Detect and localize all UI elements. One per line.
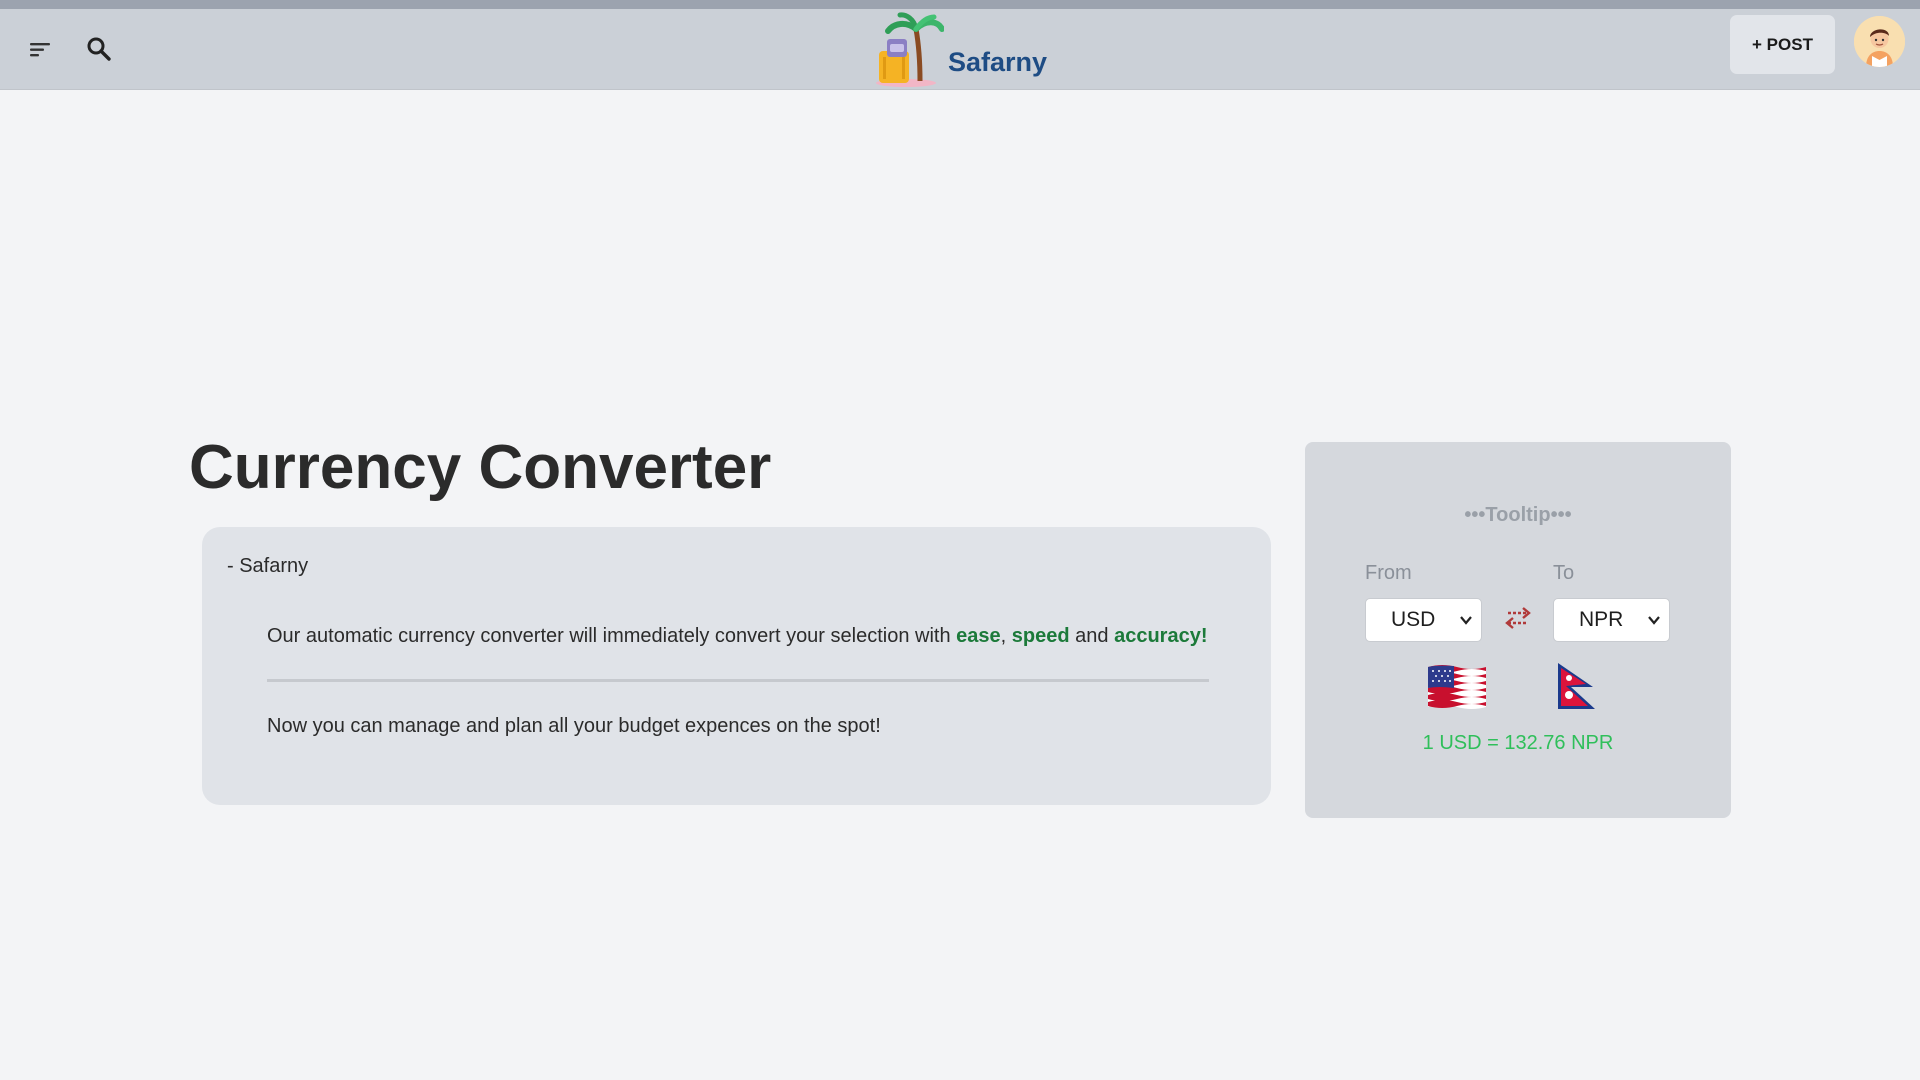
quote-and: and [1075,625,1109,647]
nepal-flag-icon [1558,663,1595,709]
menu-button[interactable] [18,27,62,71]
luggage-palm-logo [876,12,944,87]
highlight-accuracy: accuracy! [1114,625,1208,647]
brand-name: Safarny [948,47,1048,77]
from-label: From [1365,562,1412,584]
highlight-speed: speed [1011,625,1070,647]
converter-panel: •••Tooltip••• From To USD NPR 1 USD = 13… [1305,442,1731,818]
post-button[interactable]: + POST [1730,15,1835,74]
from-currency-value: USD [1391,608,1436,631]
quote-text-intro: Our automatic currency converter will im… [267,625,957,647]
navbar: Safarny + POST [0,9,1920,90]
quote-subtext: Now you can manage and plan all your bud… [267,715,881,737]
brand[interactable]: Safarny [876,11,1047,87]
quote-author: - Safarny [227,555,309,577]
avatar[interactable] [1854,16,1905,67]
search-button[interactable] [77,27,121,71]
search-icon [87,37,111,61]
to-currency-select[interactable]: NPR [1553,598,1670,642]
page-title: Currency Converter [189,433,772,502]
tooltip-text[interactable]: •••Tooltip••• [1305,504,1731,527]
menu-icon [30,43,50,57]
quote-comma: , [1000,625,1007,647]
swap-button[interactable] [1502,606,1534,630]
swap-arrows-icon [1505,607,1531,629]
us-flag-icon [1428,665,1486,709]
to-label: To [1553,562,1575,584]
quote-text: Our automatic currency converter will im… [267,625,1207,648]
top-strip [0,0,1920,9]
quote-divider [267,679,1209,682]
from-currency-select[interactable]: USD [1365,598,1482,642]
chevron-down-icon [1460,616,1472,625]
to-currency-value: NPR [1579,608,1624,631]
user-avatar-icon [1854,16,1905,67]
quote-card: - Safarny Our automatic currency convert… [202,527,1271,805]
chevron-down-icon [1648,616,1660,625]
highlight-ease: ease [956,625,1001,647]
conversion-rate: 1 USD = 132.76 NPR [1422,732,1614,754]
